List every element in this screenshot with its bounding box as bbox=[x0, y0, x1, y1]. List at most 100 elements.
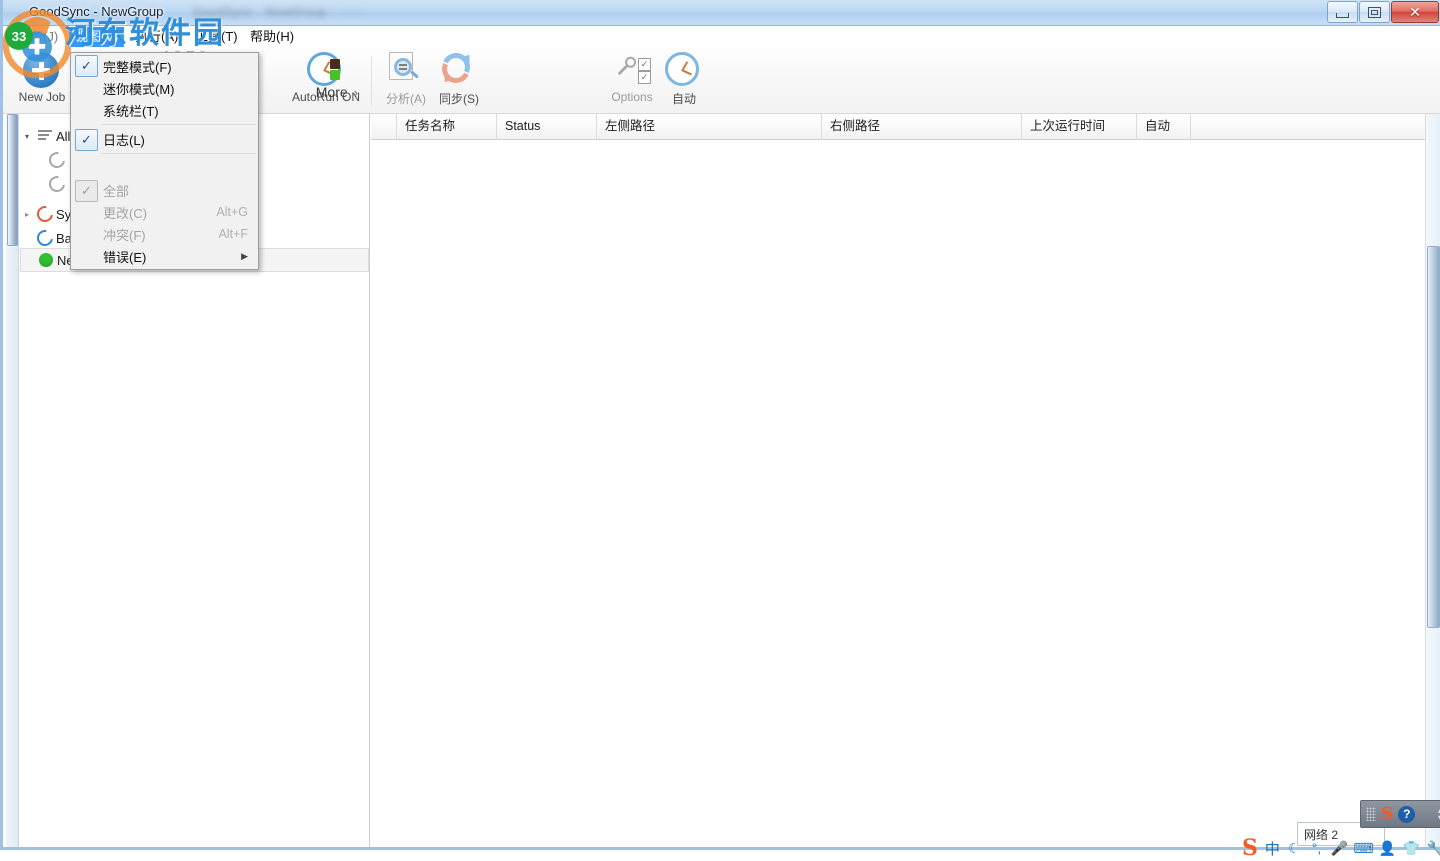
twisty-closed-icon[interactable]: ▸ bbox=[20, 210, 34, 219]
maximize-button[interactable] bbox=[1359, 1, 1390, 23]
green-dot-icon bbox=[35, 253, 57, 267]
maximize-icon bbox=[1368, 6, 1381, 18]
goodsync-window: GoodSync - NewGroup GoodSync - NewGroup … bbox=[0, 0, 1440, 850]
menu-item-label: 冲突(F) bbox=[103, 227, 146, 243]
column-header-spacer[interactable] bbox=[371, 114, 397, 139]
minimize-icon bbox=[1336, 12, 1349, 18]
sync-red-icon bbox=[33, 202, 57, 226]
menu-item-log[interactable]: ✓ 日志(L) bbox=[71, 128, 258, 151]
menu-task[interactable]: 任务(J) bbox=[11, 27, 64, 47]
ime-mode-label[interactable]: 中 bbox=[1265, 840, 1280, 858]
plus-circle-icon bbox=[23, 52, 61, 88]
column-header-status[interactable]: Status bbox=[497, 114, 597, 139]
column-header-task-name[interactable]: 任务名称 bbox=[397, 114, 497, 139]
menu-item-full-mode[interactable]: ✓ 完整模式(F) bbox=[71, 55, 258, 77]
clock-icon bbox=[665, 52, 703, 88]
menu-separator bbox=[101, 153, 256, 154]
chevron-right-icon: › bbox=[353, 84, 358, 100]
table-header-row: 任务名称 Status 左侧路径 右侧路径 上次运行时间 自动 bbox=[371, 114, 1440, 140]
twisty-open-icon[interactable]: ▾ bbox=[20, 132, 34, 141]
sidebar-scroll-thumb[interactable] bbox=[7, 114, 18, 246]
menu-item-accelerator: Alt+F bbox=[218, 227, 248, 241]
ime-float-panel[interactable]: S ? ▴ ▾ bbox=[1360, 800, 1440, 828]
menu-bar: 任务(J) 视图(V) 执行(A) 工具(T) 帮助(H) bbox=[3, 26, 1440, 48]
sidebar-item-sync[interactable]: ▸ Sy bbox=[20, 202, 71, 226]
toolbar-separator bbox=[371, 56, 372, 106]
menu-item-accelerator: Alt+G bbox=[216, 205, 248, 219]
checkmark-icon: ✓ bbox=[75, 55, 98, 77]
menu-item-label: 错误(E) bbox=[103, 249, 147, 265]
menu-item-label: 全部 bbox=[103, 183, 130, 199]
auto-label: 自动 bbox=[671, 92, 696, 106]
checkbox-icon: ✓ bbox=[638, 58, 651, 71]
menu-item-conflicts: 更改(C) Alt+G bbox=[71, 201, 258, 223]
menu-execute[interactable]: 执行(A) bbox=[129, 27, 184, 47]
shirt-icon[interactable]: 👕 bbox=[1403, 840, 1420, 857]
view-dropdown-menu: ✓ 完整模式(F) 迷你模式(M) 系统栏(T) ✓ 日志(L) ✓ 全部 更改… bbox=[70, 52, 259, 270]
main-scroll-thumb[interactable] bbox=[1427, 246, 1440, 628]
moon-icon[interactable]: ☾ bbox=[1287, 840, 1302, 857]
menu-item-tray[interactable]: 系统栏(T) bbox=[71, 99, 258, 121]
help-icon[interactable]: ? bbox=[1398, 805, 1416, 823]
window-title: GoodSync - NewGroup bbox=[29, 4, 164, 19]
sync-grey-icon bbox=[45, 172, 69, 196]
column-header-right-path[interactable]: 右侧路径 bbox=[822, 114, 1022, 139]
sidebar-item-label: All bbox=[56, 128, 71, 144]
title-bar: GoodSync - NewGroup GoodSync - NewGroup … bbox=[3, 0, 1440, 26]
wrench-icon: ✓ ✓ bbox=[613, 52, 651, 88]
keyboard-icon[interactable]: ⌨ bbox=[1353, 840, 1373, 857]
sidebar-item-backup[interactable]: Ba bbox=[33, 226, 72, 250]
ime-toolbar: S 中 ☾ °, 🎤 ⌨ 👤 👕 🔧 bbox=[1238, 836, 1440, 860]
new-job-button[interactable]: New Job bbox=[11, 52, 73, 110]
desktop-background: GoodSync - NewGroup GoodSync - NewGroup … bbox=[0, 0, 1440, 860]
degree-icon[interactable]: °, bbox=[1309, 840, 1324, 857]
microphone-icon[interactable]: 🎤 bbox=[1331, 840, 1348, 857]
menu-view[interactable]: 视图(V) bbox=[69, 27, 125, 47]
sync-icon bbox=[438, 49, 478, 88]
column-header-filler[interactable] bbox=[1191, 114, 1426, 139]
main-scrollbar[interactable] bbox=[1425, 114, 1440, 847]
options-label: Options bbox=[611, 90, 653, 104]
sidebar-scrollbar[interactable] bbox=[6, 114, 19, 847]
menu-item-label: 更改(C) bbox=[103, 205, 148, 221]
minimize-button[interactable] bbox=[1327, 1, 1358, 23]
menu-item-label: 迷你模式(M) bbox=[103, 81, 175, 97]
sidebar-item-child-2[interactable] bbox=[45, 172, 69, 196]
sogou-logo-icon[interactable]: S bbox=[1242, 837, 1258, 859]
sync-button[interactable]: 同步(S) bbox=[428, 49, 490, 110]
checkbox-icon: ✓ bbox=[638, 71, 651, 84]
submenu-arrow-icon: ▶ bbox=[241, 250, 248, 261]
autorun-button[interactable]: AutoRun ON bbox=[291, 52, 361, 110]
menu-tools[interactable]: 工具(T) bbox=[189, 27, 244, 47]
sogou-logo-icon[interactable]: S bbox=[1381, 805, 1393, 823]
table-body bbox=[371, 140, 1440, 847]
more-button[interactable]: More › bbox=[316, 84, 358, 100]
menu-item-other[interactable]: 错误(E) ▶ bbox=[71, 245, 258, 267]
menu-item-label: 日志(L) bbox=[103, 132, 145, 148]
column-header-left-path[interactable]: 左侧路径 bbox=[597, 114, 822, 139]
main-panel: 任务名称 Status 左侧路径 右侧路径 上次运行时间 自动 bbox=[371, 114, 1440, 847]
close-button[interactable]: ✕ bbox=[1391, 1, 1439, 23]
drag-handle-icon[interactable] bbox=[1366, 807, 1376, 821]
analyze-label: 分析(A) bbox=[386, 92, 426, 106]
auto-button[interactable]: 自动 bbox=[653, 52, 715, 110]
user-icon[interactable]: 👤 bbox=[1379, 840, 1396, 857]
menu-item-changes: ✓ 全部 bbox=[71, 179, 258, 202]
more-label: More bbox=[315, 84, 348, 100]
column-header-last-run[interactable]: 上次运行时间 bbox=[1022, 114, 1137, 139]
sidebar-item-child-1[interactable] bbox=[45, 148, 69, 172]
close-icon: ✕ bbox=[1409, 4, 1421, 20]
clock-icon bbox=[307, 52, 345, 88]
menu-help[interactable]: 帮助(H) bbox=[244, 27, 300, 47]
menu-item-label: 完整模式(F) bbox=[103, 59, 172, 75]
sync-grey-icon bbox=[45, 148, 69, 172]
window-controls: ✕ bbox=[1327, 1, 1439, 23]
wrench-icon[interactable]: 🔧 bbox=[1427, 840, 1440, 857]
sidebar-item-all[interactable]: ▾ All bbox=[20, 124, 70, 148]
sync-label: 同步(S) bbox=[439, 92, 479, 106]
menu-item-mini-mode[interactable]: 迷你模式(M) bbox=[71, 77, 258, 99]
list-lines-icon bbox=[34, 130, 56, 142]
column-header-auto[interactable]: 自动 bbox=[1137, 114, 1191, 139]
menu-separator bbox=[101, 124, 256, 125]
sync-blue-icon bbox=[33, 226, 57, 250]
